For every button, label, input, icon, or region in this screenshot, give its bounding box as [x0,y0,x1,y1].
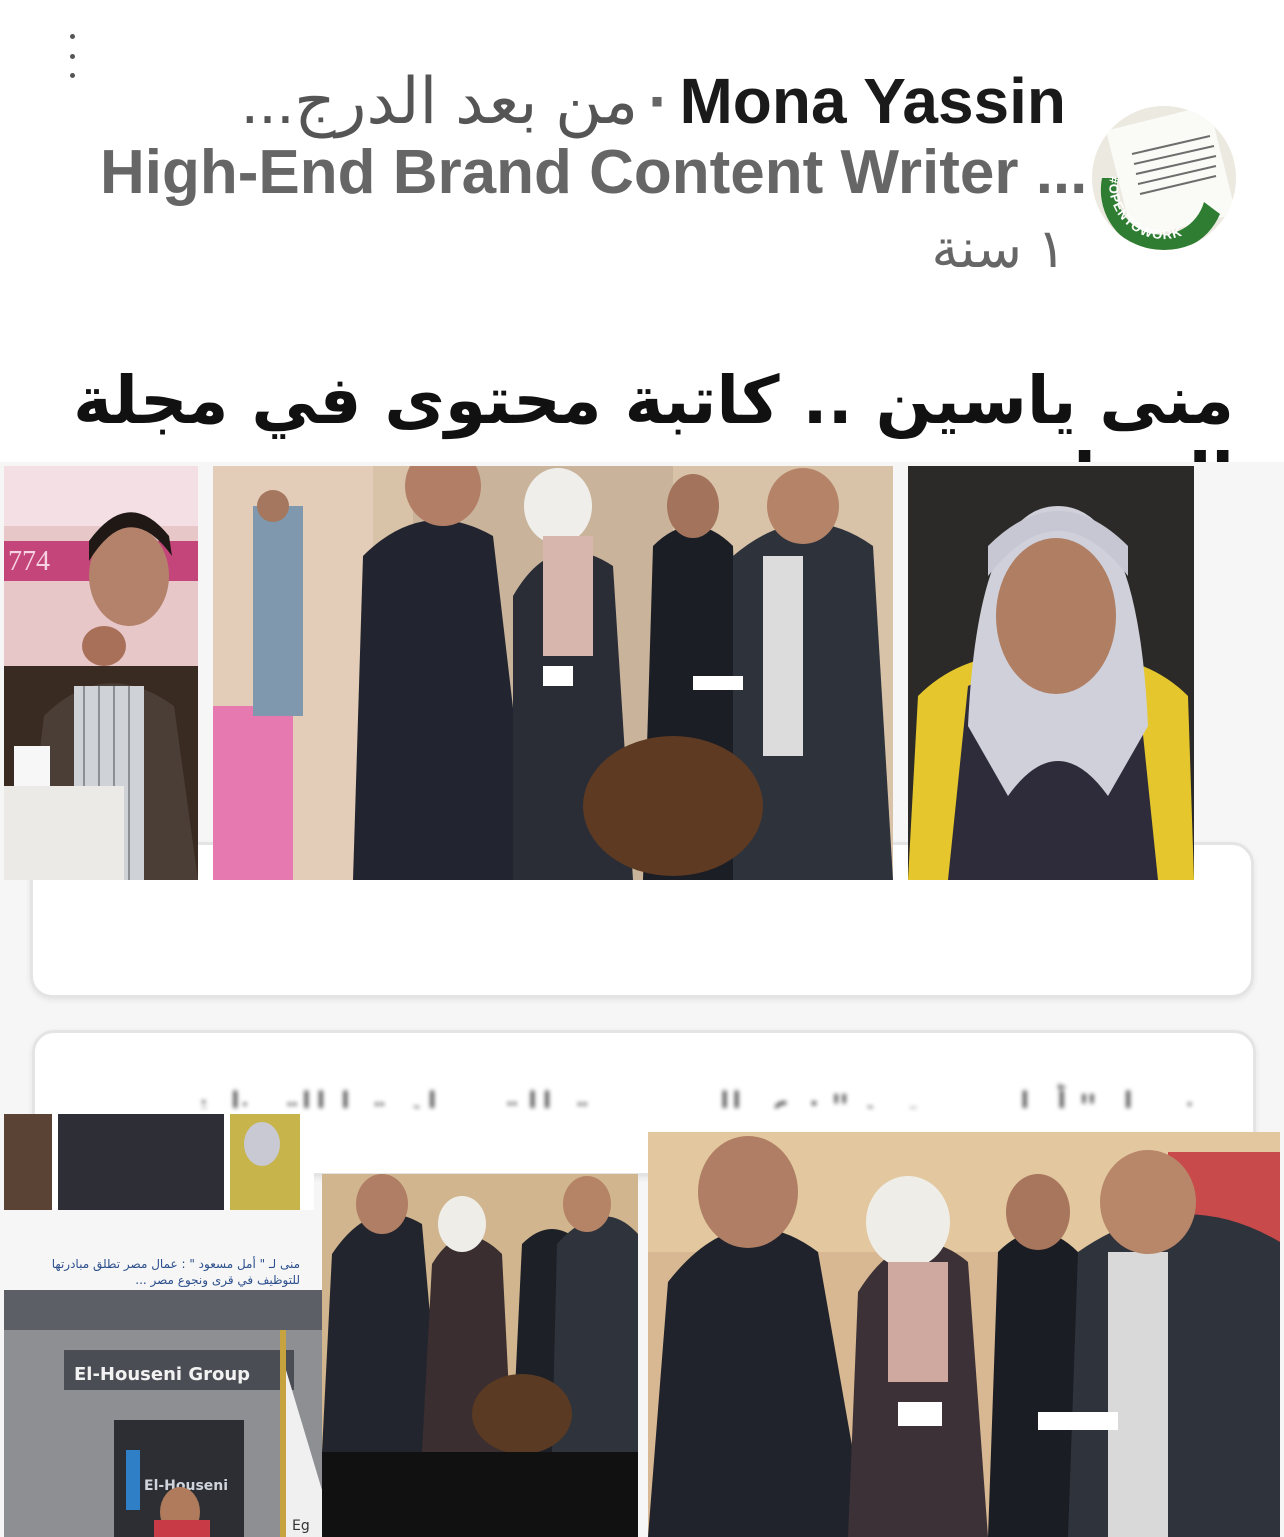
group-photo-large [648,1132,1280,1537]
author-headline: High-End Brand Content Writer ... [100,138,1088,207]
thumbnail-caption: منى لـ " أمل مسعود " : عمال مصر تطلق مبا… [51,1257,300,1287]
avatar[interactable]: #OPENTOWORK [1092,106,1236,250]
post-header: Mona Yassin·من بعد الدرج... High-End Bra… [100,62,1088,284]
post-time: ١ سنة [931,219,1066,279]
office-photo: El-Houseni Group El-Houseni Eg [4,1290,322,1537]
vertical-ellipsis-icon [69,34,75,39]
author-name[interactable]: Mona Yassin [679,65,1066,137]
collage-photo-man: 774 [4,466,198,880]
more-options-button[interactable] [62,34,82,78]
article-blurred-headline: منى لـ " أمل مسعود " : عمال مصر تطلق مبا… [200,1084,1220,1108]
flag-text: Eg [292,1518,310,1534]
post-image[interactable]: منى لـ " أمل مسعود " : عمال مصر تطلق مبا… [0,462,1284,1537]
collage-photo-group [213,466,893,880]
banner-number: 774 [8,546,50,577]
group-photo-small [322,1174,638,1452]
collage-photo-woman [908,466,1194,880]
black-bar [322,1452,638,1537]
connection-degree: من بعد الدرج... [240,65,639,137]
open-to-work-avatar-icon: #OPENTOWORK [1092,106,1236,250]
thumbnail-collage [4,1114,314,1210]
office-sign-text: El-Houseni Group [74,1364,250,1385]
separator-dot: · [648,65,670,137]
